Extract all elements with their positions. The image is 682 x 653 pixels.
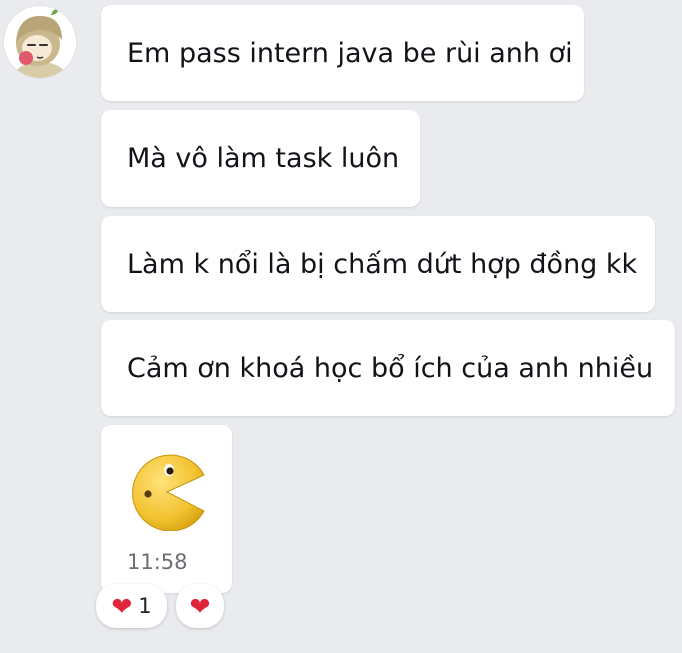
avatar-image [4,6,76,78]
add-heart-reaction-button[interactable]: ❤ [176,584,224,628]
pacman-smiley-sticker [132,454,205,531]
message-bubble[interactable]: Mà vô làm task luôn [101,110,420,207]
sticker-message-bubble[interactable]: 11:58 [101,425,232,593]
message-text: Em pass intern java be rùi anh ơi [127,37,573,69]
message-text: Mà vô làm task luôn [127,143,400,174]
message-bubble[interactable]: Làm k nổi là bị chấm dứt hợp đồng kk [101,216,655,312]
message-text: Làm k nổi là bị chấm dứt hợp đồng kk [127,248,638,280]
heart-icon: ❤ [189,591,211,621]
avatar[interactable] [4,6,76,78]
heart-reaction-count[interactable]: ❤ 1 [96,584,167,628]
message-bubble[interactable]: Em pass intern java be rùi anh ơi [101,5,584,101]
message-bubble[interactable]: Cảm ơn khoá học bổ ích của anh nhiều [101,320,675,416]
reaction-count: 1 [138,594,152,618]
heart-icon: ❤ [111,591,133,621]
message-text: Cảm ơn khoá học bổ ích của anh nhiều [127,352,654,384]
message-time: 11:58 [127,550,188,574]
